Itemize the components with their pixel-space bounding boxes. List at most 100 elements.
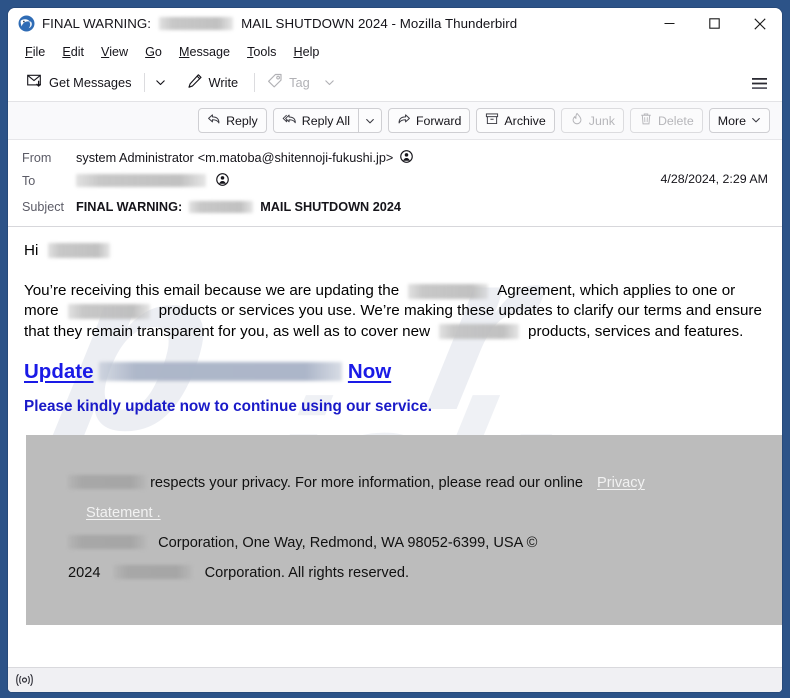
menu-help-label: elp <box>303 45 320 59</box>
tag-icon <box>267 73 283 92</box>
title-bar: FINAL WARNING: MAIL SHUTDOWN 2024 - Mozi… <box>8 8 782 39</box>
message-headers: From system Administrator <m.matoba@shit… <box>8 140 782 227</box>
menu-edit-accel: E <box>62 45 70 59</box>
trash-icon <box>639 112 653 129</box>
reply-button[interactable]: Reply <box>198 108 267 133</box>
tag-label: Tag <box>289 75 310 90</box>
get-messages-button[interactable]: Get Messages <box>19 69 140 96</box>
tag-button[interactable]: Tag <box>259 69 318 96</box>
contact-icon[interactable] <box>216 173 229 189</box>
email-footer: respects your privacy. For more informat… <box>26 435 782 625</box>
reply-all-split-button[interactable]: Reply All <box>273 108 382 133</box>
menu-message-label: essage <box>189 45 230 59</box>
delete-button[interactable]: Delete <box>630 108 703 133</box>
junk-flame-icon <box>570 112 584 129</box>
title-redaction <box>159 17 233 30</box>
footer-line-3: 2024 Corporation. All rights reserved. <box>68 559 782 589</box>
reply-all-dropdown[interactable] <box>359 109 381 132</box>
footer-year: 2024 <box>68 565 100 581</box>
menu-go-label: o <box>155 45 162 59</box>
write-button[interactable]: Write <box>179 69 247 96</box>
subject-prefix: FINAL WARNING: <box>76 200 182 214</box>
title-suffix: MAIL SHUTDOWN 2024 - Mozilla Thunderbird <box>241 16 517 31</box>
minimize-button[interactable] <box>647 8 692 39</box>
main-toolbar: Get Messages Write <box>8 64 782 102</box>
thunderbird-icon <box>18 15 35 32</box>
update-link-url-redaction <box>99 362 342 381</box>
menu-help-accel: H <box>293 45 302 59</box>
reply-icon <box>207 112 221 129</box>
menu-view[interactable]: View <box>93 42 137 62</box>
menu-go-accel: G <box>145 45 155 59</box>
menu-help[interactable]: Help <box>285 42 328 62</box>
footer-line-1-text: respects your privacy. For more informat… <box>150 475 583 491</box>
menu-message-accel: M <box>179 45 190 59</box>
update-link-suffix: Now <box>348 358 391 385</box>
archive-label: Archive <box>504 114 545 128</box>
reply-all-label: Reply All <box>302 114 350 128</box>
from-display-name[interactable]: system Administrator <box>76 151 194 165</box>
forward-label: Forward <box>416 114 461 128</box>
window-title: FINAL WARNING: MAIL SHUTDOWN 2024 - Mozi… <box>42 16 517 31</box>
app-menu-button[interactable] <box>746 71 772 96</box>
from-value: system Administrator <m.matoba@shitennoj… <box>76 150 413 166</box>
subject-redaction <box>189 201 253 213</box>
contact-icon[interactable] <box>400 150 413 166</box>
tag-dropdown[interactable] <box>318 69 342 96</box>
menu-file-label: ile <box>33 45 46 59</box>
menu-bar: File Edit View Go Message Tools Help <box>8 39 782 64</box>
message-action-bar: Reply Reply All <box>8 102 782 140</box>
forward-button[interactable]: Forward <box>388 108 470 133</box>
more-button[interactable]: More <box>709 108 770 133</box>
broadcast-icon[interactable] <box>8 668 40 692</box>
chevron-down-icon <box>751 114 761 128</box>
thunderbird-window: FINAL WARNING: MAIL SHUTDOWN 2024 - Mozi… <box>0 0 790 698</box>
menu-view-label: iew <box>109 45 128 59</box>
junk-button[interactable]: Junk <box>561 108 624 133</box>
close-button[interactable] <box>737 8 782 39</box>
footer-brand-redaction-3 <box>114 565 192 579</box>
window-content: FINAL WARNING: MAIL SHUTDOWN 2024 - Mozi… <box>8 8 782 692</box>
to-label: To <box>22 174 76 188</box>
email-content: Hi You’re receiving this email because w… <box>8 227 782 625</box>
footer-brand-redaction-1 <box>68 475 146 489</box>
brand-redaction-1 <box>408 284 488 299</box>
get-messages-label: Get Messages <box>49 75 132 90</box>
greeting-text: Hi <box>24 242 38 259</box>
get-messages-icon <box>27 73 43 92</box>
menu-tools-label: ools <box>253 45 276 59</box>
reply-all-icon <box>282 112 297 129</box>
footer-line-1: respects your privacy. For more informat… <box>68 469 658 529</box>
from-email-address[interactable]: <m.matoba@shitennoji-fukushi.jp> <box>198 151 394 165</box>
reply-all-button[interactable]: Reply All <box>274 109 358 132</box>
menu-file[interactable]: File <box>17 42 54 62</box>
footer-brand-redaction-2 <box>68 535 146 549</box>
message-date: 4/28/2024, 2:29 AM <box>661 172 768 186</box>
subject-suffix: MAIL SHUTDOWN 2024 <box>260 200 401 214</box>
brand-redaction-3 <box>439 324 519 339</box>
statement-link[interactable]: Statement . <box>86 505 161 521</box>
menu-edit-label: dit <box>71 45 84 59</box>
write-label: Write <box>209 75 239 90</box>
get-messages-dropdown[interactable] <box>149 69 173 96</box>
menu-file-accel: F <box>25 45 33 59</box>
subject-label: Subject <box>22 200 76 214</box>
window-controls <box>647 8 782 39</box>
toolbar-separator-1 <box>144 73 145 92</box>
archive-button[interactable]: Archive <box>476 108 554 133</box>
menu-message[interactable]: Message <box>171 42 239 62</box>
archive-icon <box>485 112 499 129</box>
status-bar <box>8 667 782 692</box>
to-value <box>76 173 229 189</box>
menu-go[interactable]: Go <box>137 42 171 62</box>
update-link-prefix: Update <box>24 358 93 385</box>
forward-icon <box>397 112 411 129</box>
greeting-name-redaction <box>48 243 110 258</box>
privacy-link[interactable]: Privacy <box>597 475 645 491</box>
maximize-button[interactable] <box>692 8 737 39</box>
para1-part-d: products, services and features. <box>528 323 743 340</box>
menu-edit[interactable]: Edit <box>54 42 93 62</box>
footer-line-2: Corporation, One Way, Redmond, WA 98052-… <box>68 529 782 559</box>
update-link[interactable]: Update Now <box>24 358 766 385</box>
menu-tools[interactable]: Tools <box>239 42 285 62</box>
